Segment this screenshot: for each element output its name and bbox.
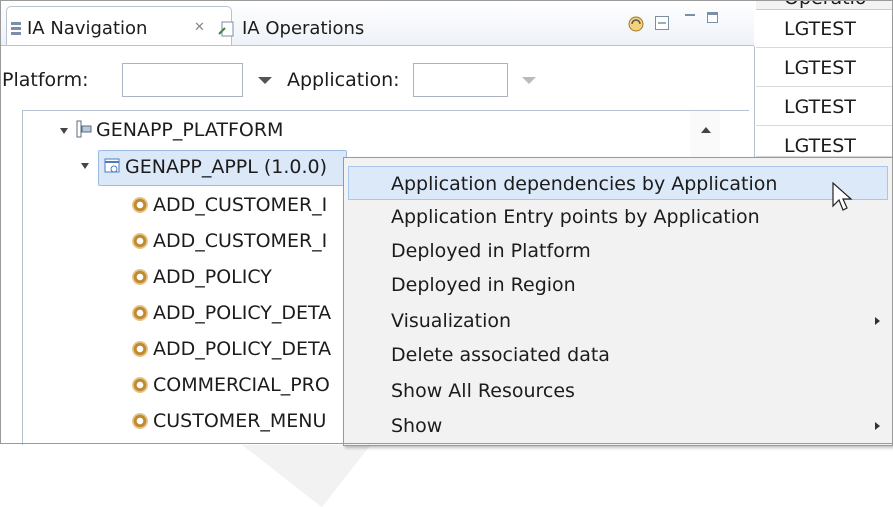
window-frame [0, 0, 893, 444]
